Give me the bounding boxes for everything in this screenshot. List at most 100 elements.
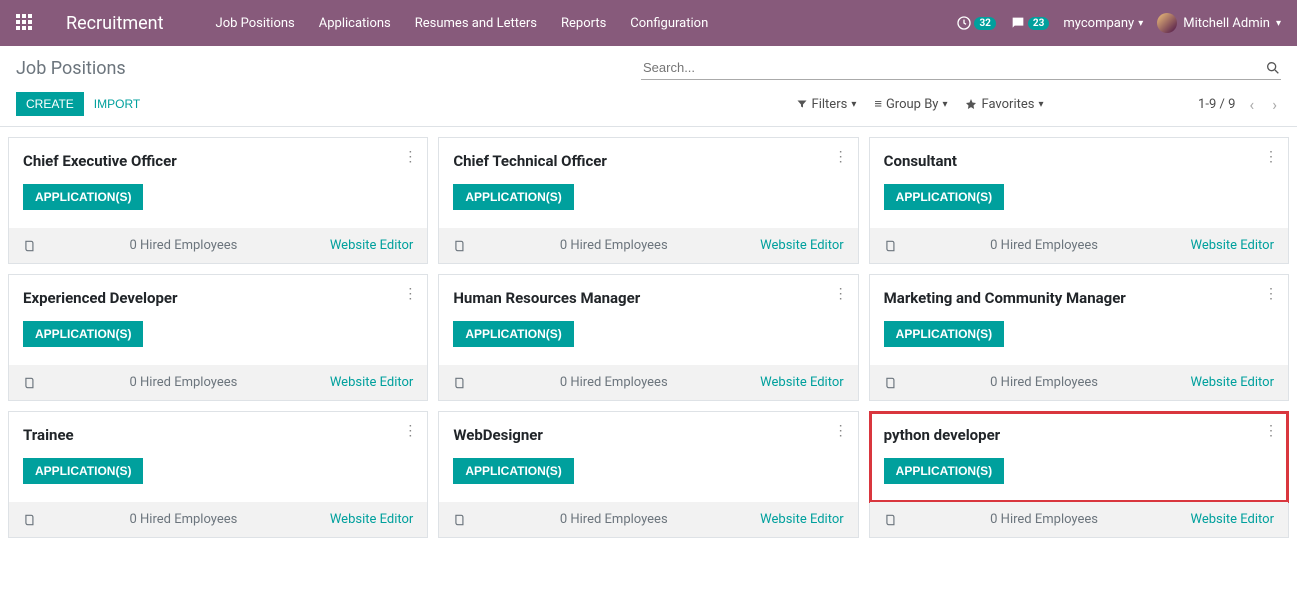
card-title: Experienced Developer bbox=[23, 289, 413, 307]
hired-count: 0 Hired Employees bbox=[37, 375, 330, 390]
kebab-icon[interactable]: ⋮ bbox=[403, 150, 417, 164]
hired-count: 0 Hired Employees bbox=[898, 512, 1191, 527]
search-bar[interactable] bbox=[641, 56, 1281, 80]
company-switcher[interactable]: mycompany ▾ bbox=[1063, 16, 1143, 31]
nav-configuration[interactable]: Configuration bbox=[618, 16, 720, 31]
book-icon[interactable] bbox=[453, 239, 467, 253]
messaging-button[interactable]: 23 bbox=[1010, 15, 1049, 31]
card-body: Chief Technical Officer⋮ APPLICATION(S) bbox=[439, 138, 857, 228]
hired-count: 0 Hired Employees bbox=[898, 238, 1191, 253]
website-editor-link[interactable]: Website Editor bbox=[330, 375, 413, 390]
nav-job-positions[interactable]: Job Positions bbox=[204, 16, 307, 31]
filter-icon bbox=[796, 98, 808, 110]
card-body: python developer⋮ APPLICATION(S) bbox=[870, 412, 1288, 502]
apps-icon[interactable] bbox=[16, 14, 34, 32]
applications-button[interactable]: APPLICATION(S) bbox=[453, 184, 573, 210]
website-editor-link[interactable]: Website Editor bbox=[760, 512, 843, 527]
card-title: python developer bbox=[884, 426, 1274, 444]
card-footer: 0 Hired EmployeesWebsite Editor bbox=[870, 228, 1288, 263]
job-card[interactable]: Chief Technical Officer⋮APPLICATION(S)0 … bbox=[438, 137, 858, 264]
website-editor-link[interactable]: Website Editor bbox=[330, 238, 413, 253]
website-editor-link[interactable]: Website Editor bbox=[1191, 512, 1274, 527]
kebab-icon[interactable]: ⋮ bbox=[834, 424, 848, 438]
card-body: WebDesigner⋮APPLICATION(S) bbox=[439, 412, 857, 502]
import-button[interactable]: Import bbox=[84, 92, 150, 116]
nav-applications[interactable]: Applications bbox=[307, 16, 403, 31]
book-icon[interactable] bbox=[453, 513, 467, 527]
kanban-view: Chief Executive Officer⋮APPLICATION(S)0 … bbox=[0, 127, 1297, 548]
message-count: 23 bbox=[1028, 17, 1049, 30]
card-body: Human Resources Manager⋮APPLICATION(S) bbox=[439, 275, 857, 365]
nav-resumes[interactable]: Resumes and Letters bbox=[403, 16, 549, 31]
card-footer: 0 Hired EmployeesWebsite Editor bbox=[870, 502, 1288, 537]
job-card[interactable]: Marketing and Community Manager⋮APPLICAT… bbox=[869, 274, 1289, 401]
user-menu[interactable]: Mitchell Admin ▾ bbox=[1157, 13, 1281, 33]
search-input[interactable] bbox=[641, 56, 1281, 79]
book-icon[interactable] bbox=[23, 513, 37, 527]
hired-count: 0 Hired Employees bbox=[37, 238, 330, 253]
company-name: mycompany bbox=[1063, 16, 1134, 31]
star-icon bbox=[965, 98, 977, 110]
applications-button[interactable]: APPLICATION(S) bbox=[453, 458, 573, 484]
top-navbar: Recruitment Job Positions Applications R… bbox=[0, 0, 1297, 46]
job-card[interactable]: Human Resources Manager⋮APPLICATION(S)0 … bbox=[438, 274, 858, 401]
chevron-down-icon: ▾ bbox=[1038, 99, 1043, 110]
job-card[interactable]: python developer⋮ APPLICATION(S) 0 Hired E… bbox=[869, 411, 1289, 538]
user-name: Mitchell Admin bbox=[1183, 16, 1270, 31]
chevron-down-icon: ▾ bbox=[851, 99, 856, 110]
card-title: Chief Technical Officer bbox=[453, 152, 843, 170]
job-card[interactable]: Trainee⋮APPLICATION(S)0 Hired EmployeesW… bbox=[8, 411, 428, 538]
applications-button[interactable]: APPLICATION(S) bbox=[23, 184, 143, 210]
pager-next[interactable]: › bbox=[1268, 95, 1281, 114]
create-button[interactable]: Create bbox=[16, 92, 84, 116]
website-editor-link[interactable]: Website Editor bbox=[760, 238, 843, 253]
kebab-icon[interactable]: ⋮ bbox=[1264, 287, 1278, 301]
book-icon[interactable] bbox=[884, 376, 898, 390]
job-card[interactable]: Experienced Developer⋮ APPLICATION(S) 0 Hi… bbox=[8, 274, 428, 401]
card-footer: 0 Hired EmployeesWebsite Editor bbox=[439, 502, 857, 537]
book-icon[interactable] bbox=[884, 239, 898, 253]
app-brand[interactable]: Recruitment bbox=[66, 13, 164, 34]
applications-button[interactable]: APPLICATION(S) bbox=[453, 321, 573, 347]
card-body: Marketing and Community Manager⋮APPLICAT… bbox=[870, 275, 1288, 365]
favorites-dropdown[interactable]: Favorites ▾ bbox=[965, 97, 1043, 112]
book-icon[interactable] bbox=[884, 513, 898, 527]
book-icon[interactable] bbox=[453, 376, 467, 390]
book-icon[interactable] bbox=[23, 376, 37, 390]
hired-count: 0 Hired Employees bbox=[37, 512, 330, 527]
list-icon: ≡ bbox=[874, 96, 882, 112]
job-card[interactable]: Chief Executive Officer⋮APPLICATION(S)0 … bbox=[8, 137, 428, 264]
website-editor-link[interactable]: Website Editor bbox=[330, 512, 413, 527]
card-body: Chief Executive Officer⋮APPLICATION(S) bbox=[9, 138, 427, 228]
pager-prev[interactable]: ‹ bbox=[1245, 95, 1258, 114]
search-icon[interactable] bbox=[1265, 60, 1281, 76]
website-editor-link[interactable]: Website Editor bbox=[1191, 238, 1274, 253]
applications-button[interactable]: APPLICATION(S) bbox=[23, 458, 143, 484]
kebab-icon[interactable]: ⋮ bbox=[403, 287, 417, 301]
card-footer: 0 Hired EmployeesWebsite Editor bbox=[9, 228, 427, 263]
kebab-icon[interactable]: ⋮ bbox=[834, 150, 848, 164]
book-icon[interactable] bbox=[23, 239, 37, 253]
activity-button[interactable]: 32 bbox=[956, 15, 995, 31]
clock-icon bbox=[956, 15, 972, 31]
kebab-icon[interactable]: ⋮ bbox=[403, 424, 417, 438]
card-body: Consultant⋮APPLICATION(S) bbox=[870, 138, 1288, 228]
chevron-down-icon: ▾ bbox=[1138, 18, 1143, 29]
applications-button[interactable]: APPLICATION(S) bbox=[884, 184, 1004, 210]
groupby-dropdown[interactable]: ≡ Group By ▾ bbox=[874, 96, 947, 112]
job-card[interactable]: Consultant⋮APPLICATION(S)0 Hired Employe… bbox=[869, 137, 1289, 264]
kebab-icon[interactable]: ⋮ bbox=[834, 287, 848, 301]
website-editor-link[interactable]: Website Editor bbox=[760, 375, 843, 390]
card-body: Trainee⋮APPLICATION(S) bbox=[9, 412, 427, 502]
pager-range[interactable]: 1-9 / 9 bbox=[1198, 97, 1235, 112]
applications-button[interactable]: APPLICATION(S) bbox=[884, 458, 1004, 484]
job-card[interactable]: WebDesigner⋮APPLICATION(S)0 Hired Employ… bbox=[438, 411, 858, 538]
kebab-icon[interactable]: ⋮ bbox=[1264, 150, 1278, 164]
hired-count: 0 Hired Employees bbox=[467, 512, 760, 527]
website-editor-link[interactable]: Website Editor bbox=[1191, 375, 1274, 390]
nav-reports[interactable]: Reports bbox=[549, 16, 618, 31]
applications-button[interactable]: APPLICATION(S) bbox=[23, 321, 143, 347]
filters-dropdown[interactable]: Filters ▾ bbox=[796, 97, 857, 112]
applications-button[interactable]: APPLICATION(S) bbox=[884, 321, 1004, 347]
kebab-icon[interactable]: ⋮ bbox=[1264, 424, 1278, 438]
